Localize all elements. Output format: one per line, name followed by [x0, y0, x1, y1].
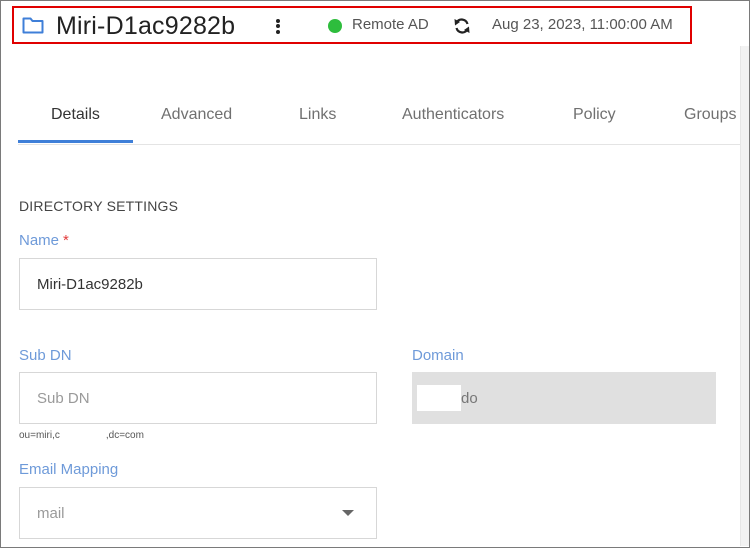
status-label: Remote AD — [352, 16, 429, 33]
redacted-block — [59, 430, 106, 441]
chevron-down-icon — [342, 510, 354, 516]
tab-links[interactable]: Links — [299, 106, 336, 124]
domain-label: Domain — [412, 347, 464, 364]
tab-groups[interactable]: Groups — [684, 106, 736, 124]
email-mapping-label: Email Mapping — [19, 461, 119, 478]
tab-bar: Details Advanced Links Authenticators Po… — [18, 92, 740, 145]
page-title: Miri-D1ac9282b — [56, 12, 236, 40]
tab-authenticators[interactable]: Authenticators — [402, 106, 504, 124]
status-indicator-dot — [328, 19, 342, 33]
domain-field: do — [412, 372, 716, 424]
tab-advanced[interactable]: Advanced — [161, 106, 232, 124]
directory-header: Miri-D1ac9282b Remote AD Aug 23, 2023, 1… — [12, 6, 692, 44]
tab-details[interactable]: Details — [51, 106, 100, 124]
redacted-block — [417, 385, 461, 411]
sub-dn-label: Sub DN — [19, 347, 72, 364]
tab-policy[interactable]: Policy — [573, 106, 616, 124]
more-options-icon[interactable] — [272, 17, 284, 37]
last-sync-time: Aug 23, 2023, 11:00:00 AM — [492, 16, 673, 33]
sync-icon[interactable] — [452, 16, 472, 36]
email-mapping-select[interactable]: mail — [19, 487, 377, 539]
section-title: DIRECTORY SETTINGS — [19, 198, 179, 214]
sub-dn-input[interactable]: Sub DN — [19, 372, 377, 424]
name-input[interactable]: Miri-D1ac9282b — [19, 258, 377, 310]
sub-dn-hint: ou=miri,c ,dc=com — [19, 430, 144, 442]
required-marker: * — [63, 232, 69, 249]
folder-icon — [22, 17, 44, 34]
name-label: Name * — [19, 232, 69, 249]
vertical-scrollbar[interactable] — [740, 46, 749, 546]
active-tab-indicator — [18, 140, 133, 143]
